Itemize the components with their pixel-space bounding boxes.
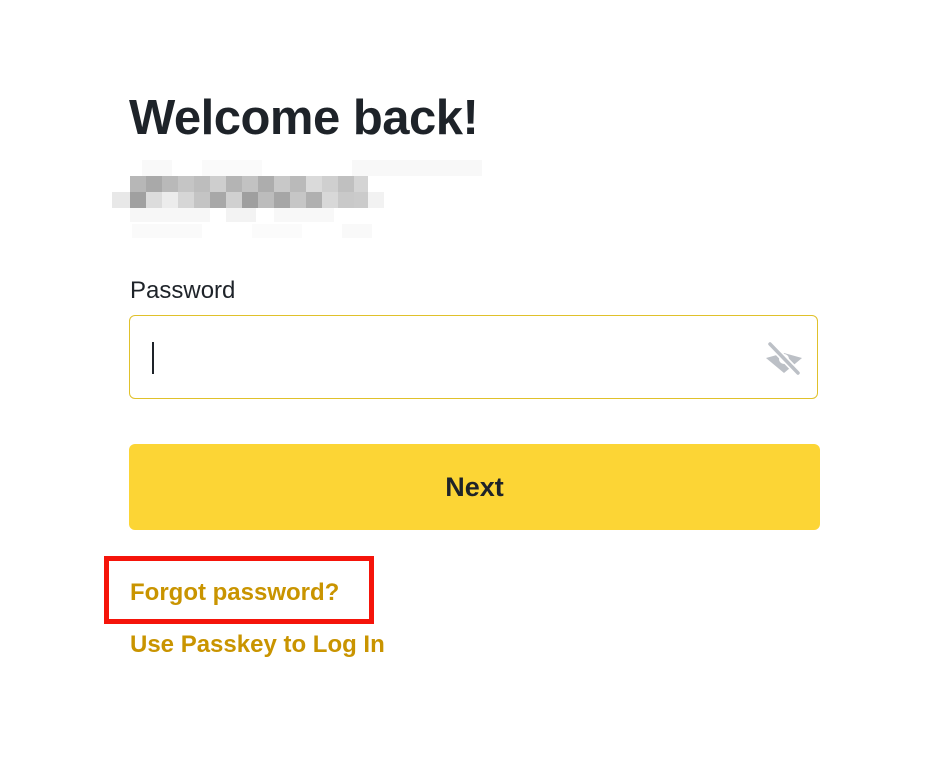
password-field[interactable] bbox=[129, 315, 818, 399]
text-cursor bbox=[152, 342, 154, 374]
forgot-password-link[interactable]: Forgot password? bbox=[130, 578, 339, 608]
next-button[interactable]: Next bbox=[129, 444, 820, 530]
password-input[interactable] bbox=[148, 334, 748, 380]
eye-slash-icon[interactable] bbox=[764, 340, 804, 377]
page-title: Welcome back! bbox=[129, 91, 479, 145]
password-label: Password bbox=[130, 277, 236, 304]
passkey-login-link[interactable]: Use Passkey to Log In bbox=[130, 630, 385, 660]
masked-account-identifier bbox=[112, 158, 492, 240]
